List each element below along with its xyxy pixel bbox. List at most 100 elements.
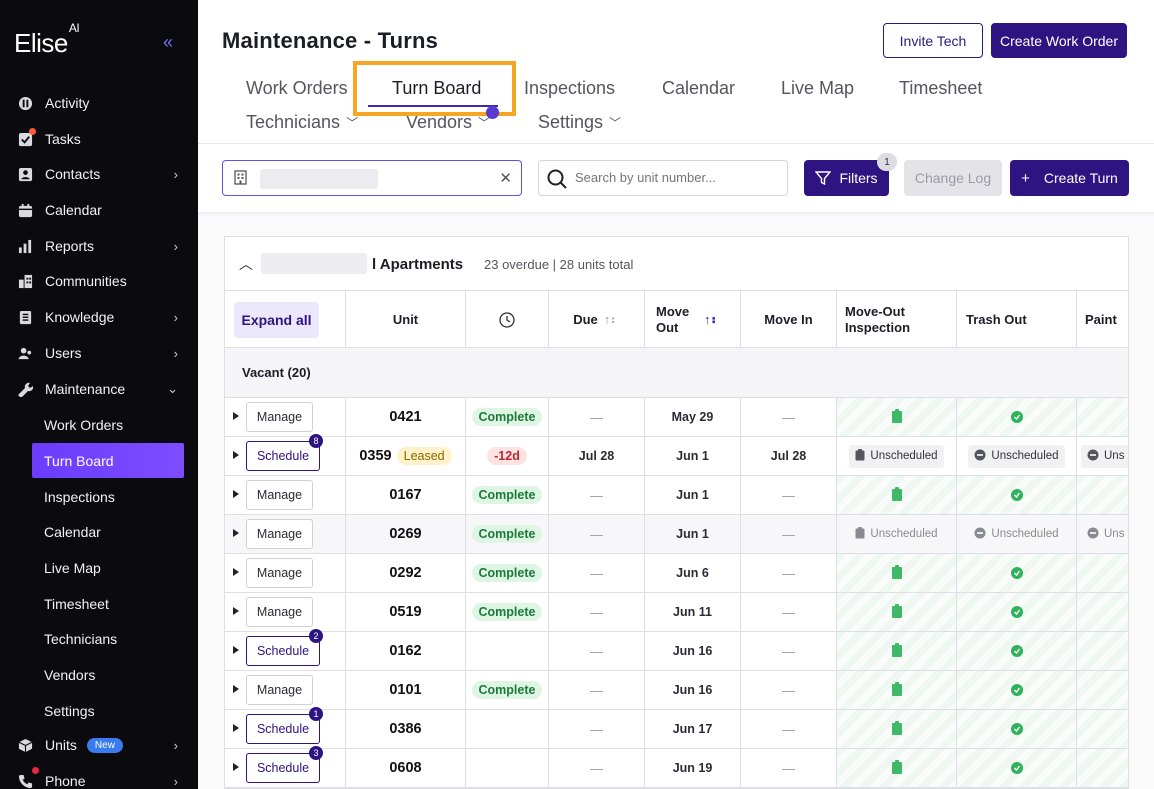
task-paint[interactable]: [1077, 749, 1128, 787]
task-trash-out[interactable]: [957, 476, 1077, 514]
task-moveout-inspection[interactable]: [837, 554, 957, 592]
task-moveout-inspection[interactable]: [837, 593, 957, 631]
schedule-button[interactable]: Schedule: [246, 636, 320, 666]
table-row[interactable]: Manage 0101 Complete — Jun 16—: [225, 671, 1128, 710]
manage-button[interactable]: Manage: [246, 519, 313, 549]
sidebar-subitem-calendar[interactable]: Calendar: [32, 514, 184, 549]
task-paint[interactable]: [1077, 710, 1128, 748]
task-paint[interactable]: [1077, 671, 1128, 709]
expand-row-icon[interactable]: [233, 646, 239, 654]
header-due[interactable]: Due ↑⠆: [549, 291, 645, 348]
sidebar-item-users[interactable]: Users ›: [0, 337, 198, 369]
task-trash-out[interactable]: Unscheduled: [957, 437, 1077, 475]
sidebar-subitem-turn-board[interactable]: Turn Board: [32, 443, 184, 478]
invite-tech-button[interactable]: Invite Tech: [883, 23, 983, 58]
task-paint[interactable]: [1077, 476, 1128, 514]
manage-button[interactable]: Manage: [246, 558, 313, 588]
collapse-sidebar-icon[interactable]: «: [163, 32, 173, 53]
change-log-button[interactable]: Change Log: [904, 160, 1002, 196]
table-row[interactable]: Schedule 8 0359 Leased -12d Jul 28 Jun 1 Jul 28…: [225, 434, 1128, 476]
task-moveout-inspection[interactable]: [837, 632, 957, 670]
expand-row-icon[interactable]: [233, 763, 239, 771]
task-paint[interactable]: Uns: [1077, 437, 1128, 475]
tab-calendar[interactable]: Calendar: [662, 78, 735, 99]
task-paint[interactable]: [1077, 632, 1128, 670]
task-paint[interactable]: [1077, 554, 1128, 592]
task-moveout-inspection[interactable]: [837, 398, 957, 436]
search-input[interactable]: [575, 170, 775, 185]
filters-button[interactable]: Filters: [804, 160, 889, 196]
elise-logo[interactable]: EliseAI: [14, 21, 80, 59]
table-row[interactable]: Manage 0269 Complete — Jun 1— Unscheduled Unsc…: [225, 515, 1128, 554]
tab-live-map[interactable]: Live Map: [781, 78, 854, 99]
header-status[interactable]: [466, 291, 549, 348]
task-trash-out[interactable]: [957, 710, 1077, 748]
tab-timesheet[interactable]: Timesheet: [899, 78, 982, 99]
task-trash-out[interactable]: Unscheduled: [957, 515, 1077, 553]
sidebar-item-calendar[interactable]: Calendar: [0, 194, 198, 226]
table-row[interactable]: Manage 0167 Complete — Jun 1—: [225, 476, 1128, 515]
task-moveout-inspection[interactable]: Unscheduled: [837, 437, 957, 475]
expand-row-icon[interactable]: [233, 607, 239, 615]
task-moveout-inspection[interactable]: [837, 671, 957, 709]
sort-icon[interactable]: ↑⠆: [604, 312, 620, 328]
sidebar-subitem-live-map[interactable]: Live Map: [32, 550, 184, 585]
task-trash-out[interactable]: [957, 593, 1077, 631]
schedule-button[interactable]: Schedule: [246, 753, 320, 783]
sidebar-item-maintenance[interactable]: Maintenance ⌄: [0, 373, 198, 405]
table-row[interactable]: Schedule 1 0386 — Jun 17—: [225, 707, 1128, 749]
manage-button[interactable]: Manage: [246, 597, 313, 627]
expand-row-icon[interactable]: [233, 685, 239, 693]
expand-row-icon[interactable]: [233, 451, 239, 459]
tab-settings[interactable]: Settings ﹀: [538, 112, 621, 133]
sidebar-item-units[interactable]: Units New ›: [0, 729, 198, 761]
tab-work-orders[interactable]: Work Orders: [246, 78, 348, 99]
create-turn-button[interactable]: + Create Turn: [1010, 160, 1129, 196]
sidebar-item-phone[interactable]: Phone ›: [0, 765, 198, 789]
sidebar-subitem-timesheet[interactable]: Timesheet: [32, 586, 184, 621]
table-row[interactable]: Manage 0519 Complete — Jun 11—: [225, 593, 1128, 632]
manage-button[interactable]: Manage: [246, 402, 313, 432]
header-move-out[interactable]: Move Out ↑⠆: [645, 291, 741, 348]
clear-icon[interactable]: ✕: [499, 169, 512, 187]
task-paint[interactable]: [1077, 593, 1128, 631]
manage-button[interactable]: Manage: [246, 480, 313, 510]
sidebar-item-knowledge[interactable]: Knowledge ›: [0, 301, 198, 333]
sidebar-item-tasks[interactable]: Tasks: [0, 123, 198, 155]
task-moveout-inspection[interactable]: [837, 476, 957, 514]
task-trash-out[interactable]: [957, 749, 1077, 787]
expand-row-icon[interactable]: [233, 568, 239, 576]
header-unit[interactable]: Unit: [346, 291, 466, 348]
header-move-in[interactable]: Move In: [741, 291, 837, 348]
expand-row-icon[interactable]: [233, 412, 239, 420]
sidebar-item-contacts[interactable]: Contacts ›: [0, 158, 198, 190]
table-row[interactable]: Manage 0292 Complete — Jun 6—: [225, 554, 1128, 593]
create-work-order-button[interactable]: Create Work Order: [991, 23, 1127, 58]
expand-all-button[interactable]: Expand all: [234, 302, 319, 338]
sidebar-item-activity[interactable]: Activity: [0, 87, 198, 119]
sidebar-subitem-vendors[interactable]: Vendors: [32, 657, 184, 692]
section-vacant[interactable]: Vacant (20): [225, 348, 1128, 398]
expand-row-icon[interactable]: [233, 490, 239, 498]
property-select[interactable]: ✕: [222, 160, 522, 196]
tab-inspections[interactable]: Inspections: [524, 78, 615, 99]
sidebar-subitem-work-orders[interactable]: Work Orders: [32, 407, 184, 442]
expand-row-icon[interactable]: [233, 724, 239, 732]
header-trash-out[interactable]: Trash Out: [957, 291, 1077, 348]
task-trash-out[interactable]: [957, 398, 1077, 436]
property-group-header[interactable]: ︿ l Apartments 23 overdue | 28 units tot…: [225, 237, 1128, 291]
sidebar-item-communities[interactable]: Communities: [0, 265, 198, 297]
sidebar-item-reports[interactable]: Reports ›: [0, 230, 198, 262]
expand-row-icon[interactable]: [233, 529, 239, 537]
task-moveout-inspection[interactable]: [837, 710, 957, 748]
task-paint[interactable]: Uns: [1077, 515, 1128, 553]
sidebar-subitem-inspections[interactable]: Inspections: [32, 479, 184, 514]
schedule-button[interactable]: Schedule: [246, 714, 320, 744]
manage-button[interactable]: Manage: [246, 675, 313, 705]
schedule-button[interactable]: Schedule: [246, 441, 320, 471]
sort-active-icon[interactable]: ↑⠆: [704, 312, 721, 328]
task-paint[interactable]: [1077, 398, 1128, 436]
task-trash-out[interactable]: [957, 554, 1077, 592]
chevron-up-icon[interactable]: ︿: [239, 254, 253, 274]
sidebar-subitem-settings[interactable]: Settings: [32, 693, 184, 728]
